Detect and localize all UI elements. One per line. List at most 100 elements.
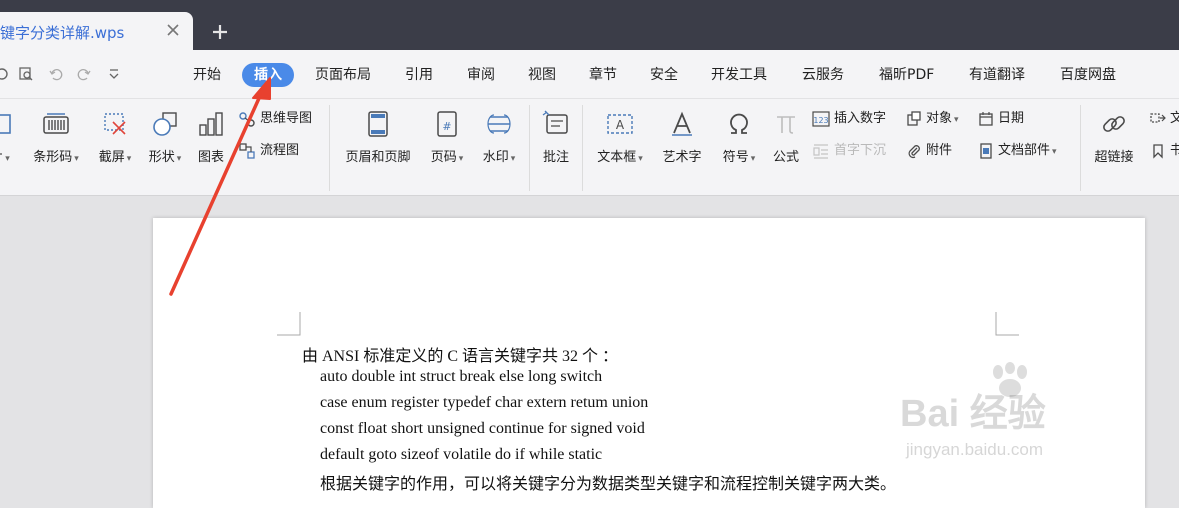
formula-label: 公式	[772, 150, 799, 165]
textbox-label: 文本框	[597, 150, 637, 165]
menu-youdao-translate[interactable]: 有道翻译	[957, 63, 1037, 87]
symbol-button[interactable]: 符号 ▾	[716, 109, 762, 165]
redo-icon[interactable]	[76, 66, 92, 82]
shapes-button[interactable]: 形状 ▾	[141, 109, 189, 165]
menu-cloud[interactable]: 云服务	[790, 63, 856, 87]
barcode-icon	[43, 113, 69, 134]
ribbon-separator	[1080, 105, 1081, 191]
attachment-button[interactable]: 附件	[906, 141, 952, 161]
picture-label: 片	[0, 150, 3, 165]
tab-title: 键字分类详解.wps	[0, 24, 125, 42]
screenshot-icon	[104, 113, 126, 135]
print-preview-icon[interactable]	[0, 66, 10, 82]
ribbon: 片▾ 条形码▾ 截屏▾ 形状▾ 图表 思维导图 流	[0, 98, 1179, 196]
shapes-icon	[153, 112, 177, 136]
doc-line-summary: 根据关键字的作用，可以将关键字分为数据类型关键字和流程控制关键字两大类。	[320, 476, 897, 493]
insert-number-label: 插入数字	[834, 111, 887, 126]
doc-line-keywords-1: auto double int struct break else long s…	[320, 368, 603, 385]
object-label: 对象	[926, 111, 953, 126]
crossref-button[interactable]: 文	[1150, 109, 1179, 129]
bookmark-label: 书	[1170, 143, 1179, 158]
crossref-label: 文	[1170, 111, 1179, 126]
doc-parts-icon	[980, 142, 992, 159]
watermark-button[interactable]: 水印 ▾	[474, 109, 524, 165]
insert-number-icon: 123	[812, 110, 830, 127]
date-label: 日期	[998, 111, 1025, 126]
customize-dropdown-icon[interactable]	[106, 66, 122, 82]
menu-view[interactable]: 视图	[516, 63, 568, 87]
dropcap-icon	[813, 143, 828, 159]
flowchart-button[interactable]: 流程图	[238, 141, 299, 161]
hyperlink-label: 超链接	[1094, 150, 1134, 165]
wordart-button[interactable]: 艺术字	[656, 109, 708, 165]
formula-button[interactable]: 公式	[766, 109, 806, 165]
insert-number-button[interactable]: 123 插入数字	[812, 109, 886, 129]
ribbon-separator	[329, 105, 330, 191]
dropcap-button[interactable]: 首字下沉	[812, 141, 886, 161]
page-number-icon: #	[437, 111, 457, 137]
date-button[interactable]: 日期	[978, 109, 1024, 129]
doc-parts-button[interactable]: 文档部件 ▾	[978, 141, 1057, 161]
ribbon-separator	[582, 105, 583, 191]
menu-baidu-netdisk[interactable]: 百度网盘	[1048, 63, 1128, 87]
header-footer-button[interactable]: 页眉和页脚	[338, 109, 418, 165]
svg-text:123: 123	[813, 116, 828, 125]
menu-foxit-pdf[interactable]: 福昕PDF	[867, 63, 946, 87]
page-number-button[interactable]: # 页码 ▾	[424, 109, 470, 165]
calendar-icon	[979, 111, 993, 126]
watermark-icon	[487, 114, 511, 134]
header-footer-label: 页眉和页脚	[345, 150, 411, 165]
page-number-label: 页码	[430, 150, 457, 165]
chart-label: 图表	[197, 150, 224, 165]
menu-page-layout[interactable]: 页面布局	[303, 63, 383, 87]
flowchart-icon	[239, 142, 255, 159]
menu-review[interactable]: 审阅	[455, 63, 507, 87]
screenshot-button[interactable]: 截屏 ▾	[90, 109, 140, 165]
svg-text:A: A	[616, 118, 625, 132]
margin-corner-left	[277, 312, 301, 336]
chart-icon	[199, 112, 223, 136]
barcode-button[interactable]: 条形码 ▾	[24, 109, 88, 165]
flowchart-label: 流程图	[260, 143, 300, 158]
attachment-label: 附件	[926, 143, 953, 158]
wordart-label: 艺术字	[662, 150, 702, 165]
zoom-icon[interactable]	[18, 66, 34, 82]
omega-icon	[730, 113, 748, 134]
doc-line-keywords-4: default goto sizeof volatile do if while…	[320, 446, 603, 463]
mindmap-button[interactable]: 思维导图	[238, 109, 312, 129]
paperclip-icon	[908, 144, 920, 158]
bookmark-button[interactable]: 书	[1150, 141, 1179, 161]
plus-icon[interactable]	[208, 20, 232, 44]
menu-developer[interactable]: 开发工具	[699, 63, 779, 87]
hyperlink-button[interactable]: 超链接	[1088, 109, 1140, 165]
menu-insert[interactable]: 插入	[242, 63, 294, 87]
menu-home[interactable]: 开始	[181, 63, 233, 87]
menu-security[interactable]: 安全	[638, 63, 690, 87]
symbol-label: 符号	[722, 150, 749, 165]
header-footer-icon	[368, 111, 388, 137]
close-icon[interactable]	[163, 20, 183, 40]
comment-icon	[542, 110, 568, 134]
undo-icon[interactable]	[48, 66, 64, 82]
picture-button[interactable]: 片▾	[0, 109, 14, 165]
margin-corner-right	[995, 312, 1019, 336]
doc-line-keywords-2: case enum register typedef char extern r…	[320, 394, 649, 411]
menu-bar: 开始 插入 页面布局 引用 审阅 视图 章节 安全 开发工具 云服务 福昕PDF…	[0, 50, 1179, 98]
document-tab[interactable]: 键字分类详解.wps	[0, 12, 193, 50]
screenshot-label: 截屏	[98, 150, 125, 165]
doc-line-intro: 由 ANSI 标准定义的 C 语言关键字共 32 个 ：	[302, 348, 619, 365]
pi-icon	[777, 116, 795, 134]
object-icon	[907, 110, 921, 126]
dropcap-label: 首字下沉	[834, 143, 887, 158]
watermark-main: Bai 经验	[900, 393, 1046, 435]
textbox-button[interactable]: A 文本框 ▾	[588, 109, 652, 165]
mindmap-label: 思维导图	[260, 111, 313, 126]
doc-line-keywords-3: const float short unsigned continue for …	[320, 420, 645, 437]
menu-chapter[interactable]: 章节	[577, 63, 629, 87]
comment-button[interactable]: 批注	[536, 109, 576, 165]
picture-icon	[0, 114, 11, 134]
object-button[interactable]: 对象 ▾	[906, 109, 959, 129]
menu-references[interactable]: 引用	[393, 63, 445, 87]
chart-button[interactable]: 图表	[191, 109, 231, 165]
baidu-jingyan-watermark: Bai 经验 jingyan.baidu.com	[890, 362, 1120, 462]
